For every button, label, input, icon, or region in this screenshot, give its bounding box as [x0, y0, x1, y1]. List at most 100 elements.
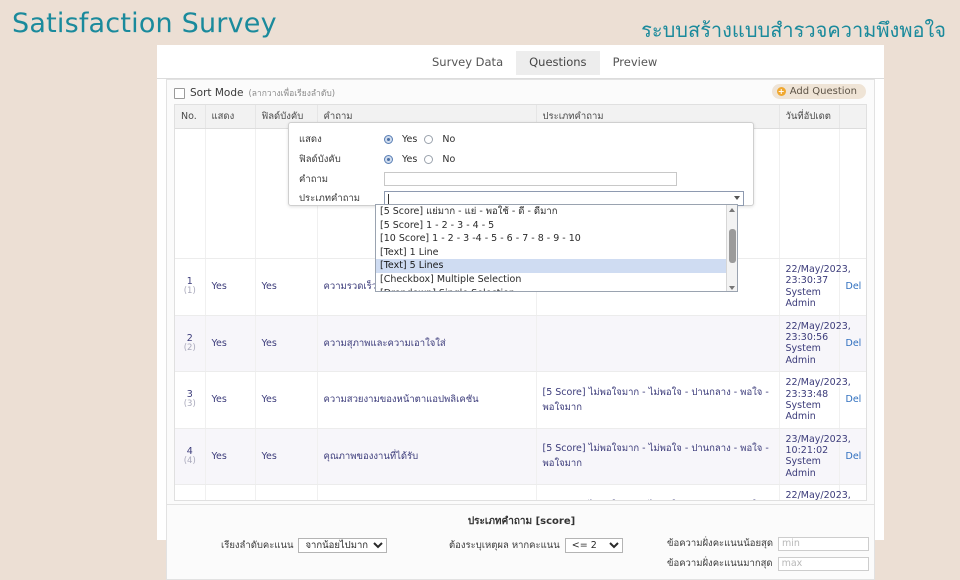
- score-settings-title: ประเภทคำถาม [score]: [467, 516, 576, 527]
- add-question-button[interactable]: + Add Question: [771, 84, 866, 99]
- dropdown-option-selected[interactable]: [Text] 5 Lines: [376, 259, 737, 273]
- dropdown-scrollbar-thumb[interactable]: [729, 229, 736, 263]
- row-updated: 22/May/2023, 23:33:48 System Admin: [779, 371, 851, 429]
- table-row[interactable]: 4 (4) Yes Yes คุณภาพของงานที่ได้รับ [5 S…: [175, 428, 866, 486]
- min-label-input[interactable]: [778, 536, 869, 551]
- row-updated-user: System Admin: [785, 343, 821, 366]
- show-no-radio[interactable]: [424, 134, 434, 144]
- spacer-cell: [839, 128, 866, 259]
- row-updated-date: 23/May/2023, 10:21:02: [785, 433, 851, 457]
- row-no: 1 (1): [175, 258, 206, 316]
- row-updated-user: System Admin: [785, 399, 821, 423]
- delete-link[interactable]: Del: [846, 451, 862, 462]
- table-row[interactable]: 2 (2) Yes Yes ความสุภาพและความเอาใจใส่ 2…: [175, 315, 866, 373]
- delete-link[interactable]: Del: [846, 281, 862, 292]
- required-no-label[interactable]: No: [442, 154, 455, 165]
- tab-list: Survey Data Questions Preview: [419, 51, 671, 75]
- question-input[interactable]: [384, 172, 677, 186]
- dropdown-option[interactable]: [10 Score] 1 - 2 - 3 -4 - 5 - 6 - 7 - 8 …: [376, 232, 737, 246]
- row-no-sub: (3): [183, 399, 196, 410]
- page-title: Satisfaction Survey: [12, 8, 277, 39]
- question-edit-form: แสดง Yes No ฟิลด์บังคับ Yes No คำถาม ประ…: [288, 122, 754, 206]
- row-updated-date: 22/May/2023, 23:35:42: [785, 490, 851, 501]
- table-row[interactable]: 5 (5) Yes Yes ความคุ้มค่าของการลงทุน [5 …: [175, 484, 866, 501]
- text-cursor: [388, 193, 389, 204]
- sort-score-field: เรียงลำดับคะแนน จากน้อยไปมาก จากมากไปน้อ…: [221, 538, 388, 553]
- dropdown-option[interactable]: [Text] 1 Line: [376, 246, 737, 260]
- show-no-label[interactable]: No: [442, 134, 455, 145]
- tab-questions[interactable]: Questions: [516, 51, 600, 75]
- app-panel: Survey Data Questions Preview Sort Mode …: [157, 45, 884, 580]
- row-updated-date: 22/May/2023, 23:30:56: [785, 320, 851, 343]
- form-row-required: ฟิลด์บังคับ Yes No: [299, 151, 455, 167]
- row-question[interactable]: ความสุภาพและความเอาใจใส่: [317, 315, 537, 373]
- page-subtitle: ระบบสร้างแบบสำรวจความพึงพอใจ: [641, 18, 946, 42]
- type-label: ประเภทคำถาม: [299, 192, 361, 204]
- row-updated: 23/May/2023, 10:21:02 System Admin: [779, 428, 851, 486]
- scroll-down-arrow-icon[interactable]: [729, 286, 735, 290]
- question-label: คำถาม: [299, 173, 329, 185]
- required-no-radio[interactable]: [424, 154, 434, 164]
- row-show: Yes: [205, 484, 256, 500]
- delete-link[interactable]: Del: [846, 338, 862, 349]
- min-label-field: ข้อความฝั่งคะแนนน้อยสุด: [667, 536, 869, 551]
- row-updated-user: System Admin: [785, 456, 821, 479]
- row-question[interactable]: ความคุ้มค่าของการลงทุน: [317, 484, 537, 500]
- row-no: 2 (2): [175, 315, 206, 373]
- add-question-label: Add Question: [789, 86, 857, 97]
- max-label-caption: ข้อความฝั่งคะแนนมากสุด: [667, 558, 773, 569]
- scroll-up-arrow-icon[interactable]: [729, 208, 735, 212]
- page-header: Satisfaction Survey ระบบสร้างแบบสำรวจควา…: [0, 0, 960, 46]
- spacer-cell: [779, 128, 840, 259]
- dropdown-option[interactable]: [Dropdown] Single Selection: [376, 287, 737, 291]
- dropdown-option[interactable]: [Checkbox] Multiple Selection: [376, 273, 737, 287]
- reason-threshold-select[interactable]: <= 1 <= 2 <= 3 <= 4 <= 5: [564, 538, 623, 553]
- tab-preview[interactable]: Preview: [599, 51, 671, 75]
- row-show: Yes: [205, 258, 256, 316]
- dropdown-option[interactable]: [5 Score] 1 - 2 - 3 - 4 - 5: [376, 219, 737, 233]
- col-no: No.: [175, 105, 206, 129]
- row-no-sub: (1): [183, 286, 196, 297]
- spacer-cell: [205, 128, 256, 259]
- score-settings-panel: ประเภทคำถาม [score] เรียงลำดับคะแนน จากน…: [166, 504, 875, 580]
- show-radio-group: Yes No: [384, 134, 455, 145]
- required-yes-label[interactable]: Yes: [402, 154, 417, 165]
- chevron-down-icon[interactable]: [734, 195, 740, 200]
- row-required: Yes: [255, 371, 318, 429]
- required-label: ฟิลด์บังคับ: [299, 153, 341, 165]
- row-updated: 22/May/2023, 23:30:56 System Admin: [779, 315, 851, 373]
- row-no: 3 (3): [175, 371, 206, 429]
- sort-score-label: เรียงลำดับคะแนน: [221, 540, 294, 551]
- form-row-question: คำถาม: [299, 171, 677, 187]
- row-no: 5 (5): [175, 484, 206, 500]
- plus-icon: +: [776, 86, 786, 96]
- row-type: [5 Score] ไม่พอใจมาก - ไม่พอใจ - ปานกลาง…: [536, 428, 780, 486]
- tab-survey-data[interactable]: Survey Data: [419, 51, 517, 75]
- row-updated-date: 22/May/2023, 23:33:48: [785, 377, 851, 400]
- dropdown-scrollbar[interactable]: [726, 205, 737, 291]
- max-label-input[interactable]: [777, 556, 869, 571]
- required-yes-radio[interactable]: [384, 154, 393, 164]
- show-yes-radio[interactable]: [384, 134, 393, 144]
- row-question[interactable]: คุณภาพของงานที่ได้รับ: [317, 428, 537, 486]
- table-row[interactable]: 3 (3) Yes Yes ความสวยงามของหน้าตาแอปพลิเ…: [175, 371, 866, 429]
- row-show: Yes: [205, 371, 256, 429]
- show-yes-label[interactable]: Yes: [402, 134, 417, 145]
- row-no: 4 (4): [175, 428, 206, 486]
- col-updated: วันที่อัปเดต: [779, 105, 840, 129]
- row-type: [5 Score] ไม่พอใจมาก - ไม่พอใจ - ปานกลาง…: [536, 371, 780, 429]
- col-actions: [839, 105, 866, 129]
- delete-link[interactable]: Del: [846, 394, 862, 405]
- row-show: Yes: [205, 315, 256, 373]
- row-required: Yes: [255, 258, 318, 316]
- row-required: Yes: [255, 315, 318, 373]
- dropdown-option[interactable]: [5 Score] แย่มาก - แย่ - พอใช้ - ดี - ดี…: [376, 205, 737, 219]
- question-type-dropdown-list[interactable]: [5 Score] แย่มาก - แย่ - พอใช้ - ดี - ดี…: [375, 204, 738, 292]
- required-radio-group: Yes No: [384, 154, 455, 165]
- sort-score-select[interactable]: จากน้อยไปมาก จากมากไปน้อย: [298, 538, 388, 553]
- sort-mode-checkbox[interactable]: [174, 87, 185, 99]
- sort-mode-row: Sort Mode (ลากวางเพื่อเรียงลำดับ): [174, 86, 335, 100]
- row-no-sub: (2): [183, 342, 196, 353]
- reason-threshold-field: ต้องระบุเหตุผล หากคะแนน <= 1 <= 2 <= 3 <…: [449, 538, 623, 553]
- row-question[interactable]: ความสวยงามของหน้าตาแอปพลิเคชัน: [317, 371, 537, 429]
